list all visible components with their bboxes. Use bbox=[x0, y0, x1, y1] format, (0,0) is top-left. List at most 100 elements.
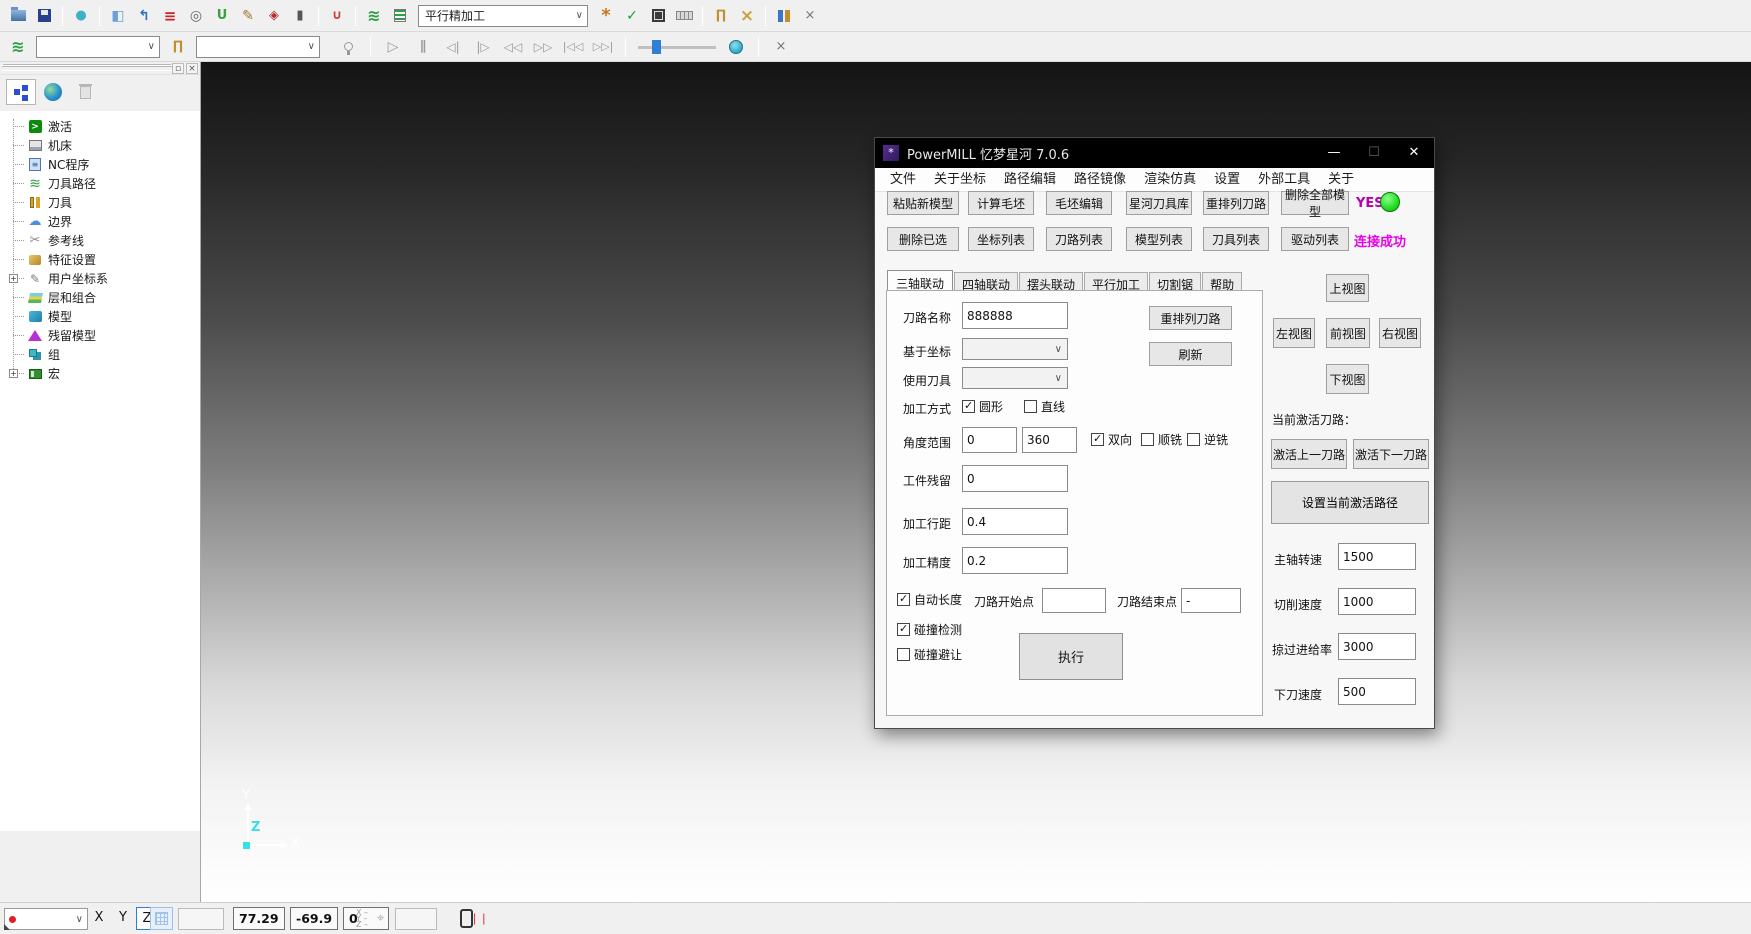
tree-item-feature-set[interactable]: 特征设置 bbox=[0, 250, 200, 269]
refresh-button[interactable]: 刷新 bbox=[1149, 342, 1232, 366]
menu-item-3[interactable]: 路径镜像 bbox=[1065, 168, 1135, 191]
play-icon[interactable]: ▷ bbox=[381, 35, 405, 59]
action-button-星河刀具库[interactable]: 星河刀具库 bbox=[1126, 191, 1192, 215]
tree-item-macro[interactable]: +宏 bbox=[0, 364, 200, 383]
tree-item-tool[interactable]: 刀具 bbox=[0, 193, 200, 212]
cross-tools-icon[interactable]: × bbox=[735, 4, 759, 28]
line-checkbox[interactable]: 直线 bbox=[1024, 398, 1065, 415]
cutting-feed-input[interactable] bbox=[1338, 588, 1416, 615]
view-left-button[interactable]: 左视图 bbox=[1273, 318, 1315, 348]
tree-item-stock-model[interactable]: 残留模型 bbox=[0, 326, 200, 345]
stock-allowance-input[interactable] bbox=[962, 465, 1068, 492]
set-active-path-button[interactable]: 设置当前激活路径 bbox=[1271, 481, 1429, 524]
maximize-button[interactable]: ☐ bbox=[1354, 138, 1394, 168]
view-right-button[interactable]: 右视图 bbox=[1379, 318, 1421, 348]
step-forward-icon[interactable]: |▷ bbox=[471, 35, 495, 59]
close-toolbar-icon[interactable]: × bbox=[769, 35, 793, 59]
toolpath-spiral-icon[interactable]: ≋ bbox=[6, 35, 30, 59]
rewind-icon[interactable]: ◁◁ bbox=[501, 35, 525, 59]
collision-avoid-checkbox[interactable]: 碰撞避让 bbox=[897, 646, 962, 663]
view-bottom-button[interactable]: 下视图 bbox=[1326, 364, 1369, 394]
action-button-模型列表[interactable]: 模型列表 bbox=[1126, 227, 1192, 251]
strategy-combobox[interactable]: 平行精加工 ∨ bbox=[418, 5, 588, 27]
path-arrow-icon[interactable]: ↰ bbox=[132, 4, 156, 28]
tool-combobox[interactable]: ∨ bbox=[196, 36, 320, 58]
action-button-刀路列表[interactable]: 刀路列表 bbox=[1046, 227, 1112, 251]
check-tool-icon[interactable]: ✓ bbox=[620, 4, 644, 28]
tree-item-nc-program[interactable]: ≡NC程序 bbox=[0, 155, 200, 174]
snap-field[interactable] bbox=[178, 908, 224, 930]
ruler-icon[interactable] bbox=[672, 4, 696, 28]
expand-icon[interactable]: + bbox=[9, 369, 18, 378]
tree-item-machine[interactable]: 机床 bbox=[0, 136, 200, 155]
activate-prev-toolpath-button[interactable]: 激活上一刀路 bbox=[1271, 439, 1347, 469]
start-point-input[interactable] bbox=[1042, 588, 1106, 613]
action-button-计算毛坯[interactable]: 计算毛坯 bbox=[968, 191, 1034, 215]
minimize-button[interactable]: — bbox=[1314, 138, 1354, 168]
plunge-feed-input[interactable] bbox=[1338, 678, 1416, 705]
axis-y-button[interactable]: Y bbox=[112, 907, 134, 930]
auto-length-checkbox[interactable]: 自动长度 bbox=[897, 591, 962, 608]
color-swatch-combobox[interactable]: ∨ bbox=[4, 908, 88, 930]
explorer-tree-tab[interactable] bbox=[6, 79, 36, 105]
tree-item-toolpath[interactable]: ≋刀具路径 bbox=[0, 174, 200, 193]
execute-button[interactable]: 执行 bbox=[1019, 633, 1123, 680]
toolpath-name-input[interactable] bbox=[962, 302, 1068, 329]
pause-icon[interactable]: ∥ bbox=[411, 35, 435, 59]
based-coord-combobox[interactable]: ∨ bbox=[962, 338, 1068, 360]
use-tool-combobox[interactable]: ∨ bbox=[962, 367, 1068, 389]
tool-arc-icon[interactable]: ∪ bbox=[325, 4, 349, 28]
extra-field[interactable] bbox=[395, 908, 437, 930]
clamp-icon[interactable]: U bbox=[210, 4, 234, 28]
action-button-粘贴新模型[interactable]: 粘贴新模型 bbox=[887, 191, 959, 215]
fast-forward-icon[interactable]: ▷▷ bbox=[531, 35, 555, 59]
save-icon[interactable] bbox=[32, 4, 56, 28]
globe-tab[interactable] bbox=[38, 79, 68, 105]
action-button-删除已选[interactable]: 删除已选 bbox=[887, 227, 959, 251]
grid-toggle-button[interactable] bbox=[150, 907, 173, 930]
ball-tool-icon[interactable]: ◎ bbox=[184, 4, 208, 28]
open-icon[interactable] bbox=[6, 4, 30, 28]
menu-item-0[interactable]: 文件 bbox=[881, 168, 925, 191]
star-tool-icon[interactable]: * bbox=[594, 4, 618, 28]
skim-feed-input[interactable] bbox=[1338, 633, 1416, 660]
toolpath-spiral-icon[interactable]: ≋ bbox=[362, 4, 386, 28]
tree-item-group[interactable]: 组 bbox=[0, 345, 200, 364]
close-toolbar-icon[interactable]: × bbox=[798, 4, 822, 28]
close-button[interactable]: ✕ bbox=[1394, 138, 1434, 168]
angle-from-input[interactable] bbox=[962, 427, 1017, 453]
view-top-button[interactable]: 上视图 bbox=[1326, 274, 1369, 302]
clock-icon[interactable] bbox=[724, 35, 748, 59]
go-start-icon[interactable]: |◁◁ bbox=[561, 35, 585, 59]
menu-item-5[interactable]: 设置 bbox=[1205, 168, 1249, 191]
slider-handle[interactable] bbox=[652, 40, 661, 54]
stepover-input[interactable] bbox=[962, 508, 1068, 535]
action-button-刀具列表[interactable]: 刀具列表 bbox=[1203, 227, 1269, 251]
collision-check-checkbox[interactable]: 碰撞检测 bbox=[897, 621, 962, 638]
action-button-驱动列表[interactable]: 驱动列表 bbox=[1281, 227, 1349, 251]
view-front-button[interactable]: 前视图 bbox=[1326, 318, 1370, 348]
tool-pair-icon[interactable]: ∏ bbox=[166, 35, 190, 59]
rearrange-toolpath-button[interactable]: 重排列刀路 bbox=[1149, 306, 1232, 330]
tree-item-levels[interactable]: 层和组合 bbox=[0, 288, 200, 307]
action-button-坐标列表[interactable]: 坐标列表 bbox=[968, 227, 1034, 251]
panel-float-button[interactable]: ▫ bbox=[172, 63, 184, 74]
tolerance-input[interactable] bbox=[962, 547, 1068, 574]
bidirectional-checkbox[interactable]: 双向 bbox=[1091, 431, 1132, 448]
action-button-毛坯编辑[interactable]: 毛坯编辑 bbox=[1046, 191, 1112, 215]
spray-icon[interactable]: ● bbox=[69, 4, 93, 28]
pencil-curve-icon[interactable]: ✎ bbox=[236, 4, 260, 28]
trash-tab[interactable] bbox=[70, 79, 100, 105]
tree-item-activate[interactable]: >激活 bbox=[0, 117, 200, 136]
lightbulb-icon[interactable] bbox=[336, 35, 360, 59]
tool-holder-icon[interactable]: ▮ bbox=[288, 4, 312, 28]
coord-y-field[interactable] bbox=[290, 907, 338, 930]
angle-to-input[interactable] bbox=[1022, 427, 1077, 453]
calculator-icon[interactable] bbox=[646, 4, 670, 28]
menu-item-1[interactable]: 关于坐标 bbox=[925, 168, 995, 191]
end-point-input[interactable] bbox=[1181, 588, 1241, 613]
step-back-icon[interactable]: ◁| bbox=[441, 35, 465, 59]
conventional-mill-checkbox[interactable]: 逆铣 bbox=[1187, 431, 1228, 448]
library-icon[interactable] bbox=[772, 4, 796, 28]
activate-next-toolpath-button[interactable]: 激活下一刀路 bbox=[1353, 439, 1429, 469]
